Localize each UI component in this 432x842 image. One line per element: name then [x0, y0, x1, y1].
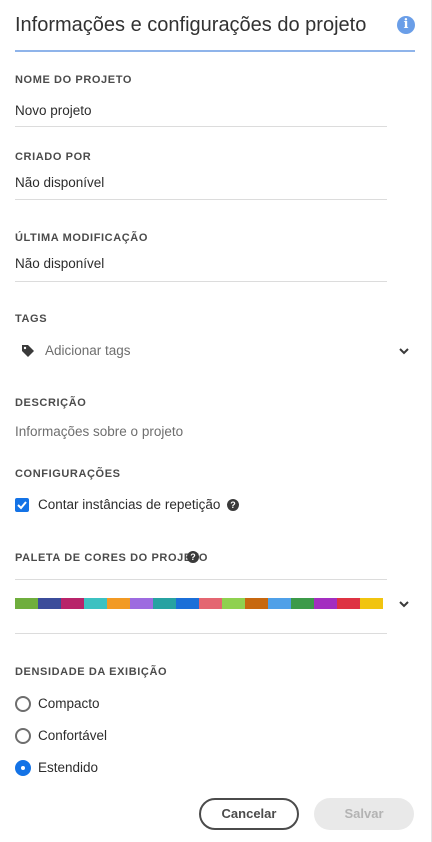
- last-modified-label: ÚLTIMA MODIFICAÇÃO: [15, 232, 149, 244]
- palette-bottom-divider: [15, 633, 387, 634]
- palette-swatch: [38, 598, 61, 609]
- palette-swatch: [291, 598, 314, 609]
- last-modified-divider: [15, 281, 387, 282]
- palette-swatch: [61, 598, 84, 609]
- save-button[interactable]: Salvar: [314, 798, 414, 830]
- help-icon[interactable]: [227, 499, 239, 511]
- last-modified-value: Não disponível: [15, 256, 105, 271]
- palette-swatch: [222, 598, 245, 609]
- tag-icon: [22, 345, 34, 357]
- project-settings-panel: Informações e configurações do projeto N…: [0, 0, 432, 842]
- created-by-label: CRIADO POR: [15, 151, 92, 163]
- palette-swatch: [15, 598, 38, 609]
- settings-label: CONFIGURAÇÕES: [15, 468, 121, 480]
- palette-swatch: [130, 598, 153, 609]
- count-repetition-checkbox[interactable]: [15, 498, 29, 512]
- density-label-compacto[interactable]: Compacto: [38, 696, 100, 711]
- palette-swatch: [176, 598, 199, 609]
- info-icon[interactable]: [397, 16, 415, 34]
- palette-swatch: [84, 598, 107, 609]
- palette-top-divider: [15, 579, 387, 580]
- checkmark-icon: [17, 501, 27, 510]
- density-label: DENSIDADE DA EXIBIÇÃO: [15, 666, 168, 678]
- created-by-divider: [15, 199, 387, 200]
- tags-label: TAGS: [15, 313, 48, 325]
- density-radio-estendido[interactable]: [15, 760, 31, 776]
- palette-label: PALETA DE CORES DO PROJETO: [15, 552, 209, 564]
- color-palette-select[interactable]: [15, 598, 383, 609]
- description-input[interactable]: Informações sobre o projeto: [15, 424, 183, 439]
- palette-swatch: [314, 598, 337, 609]
- created-by-value: Não disponível: [15, 175, 105, 190]
- description-label: DESCRIÇÃO: [15, 397, 87, 409]
- palette-swatch: [245, 598, 268, 609]
- density-label-confortavel[interactable]: Confortável: [38, 728, 107, 743]
- palette-swatch: [360, 598, 383, 609]
- tags-chevron-down-icon[interactable]: [396, 343, 412, 359]
- panel-title: Informações e configurações do projeto: [15, 14, 367, 36]
- palette-help-icon[interactable]: [187, 551, 199, 563]
- panel-header: Informações e configurações do projeto: [15, 0, 415, 52]
- palette-swatch: [153, 598, 176, 609]
- density-label-estendido[interactable]: Estendido: [38, 760, 98, 775]
- palette-swatch: [337, 598, 360, 609]
- tags-input[interactable]: Adicionar tags: [45, 343, 131, 358]
- cancel-button[interactable]: Cancelar: [199, 798, 299, 830]
- project-name-field[interactable]: Novo projeto: [15, 103, 92, 118]
- palette-swatch: [107, 598, 130, 609]
- palette-swatch: [199, 598, 222, 609]
- palette-chevron-down-icon[interactable]: [396, 596, 412, 612]
- density-radio-confortavel[interactable]: [15, 728, 31, 744]
- count-repetition-label[interactable]: Contar instâncias de repetição: [38, 497, 220, 512]
- palette-swatch: [268, 598, 291, 609]
- density-radio-compacto[interactable]: [15, 696, 31, 712]
- project-name-underline: [15, 126, 387, 127]
- project-name-label: NOME DO PROJETO: [15, 74, 132, 86]
